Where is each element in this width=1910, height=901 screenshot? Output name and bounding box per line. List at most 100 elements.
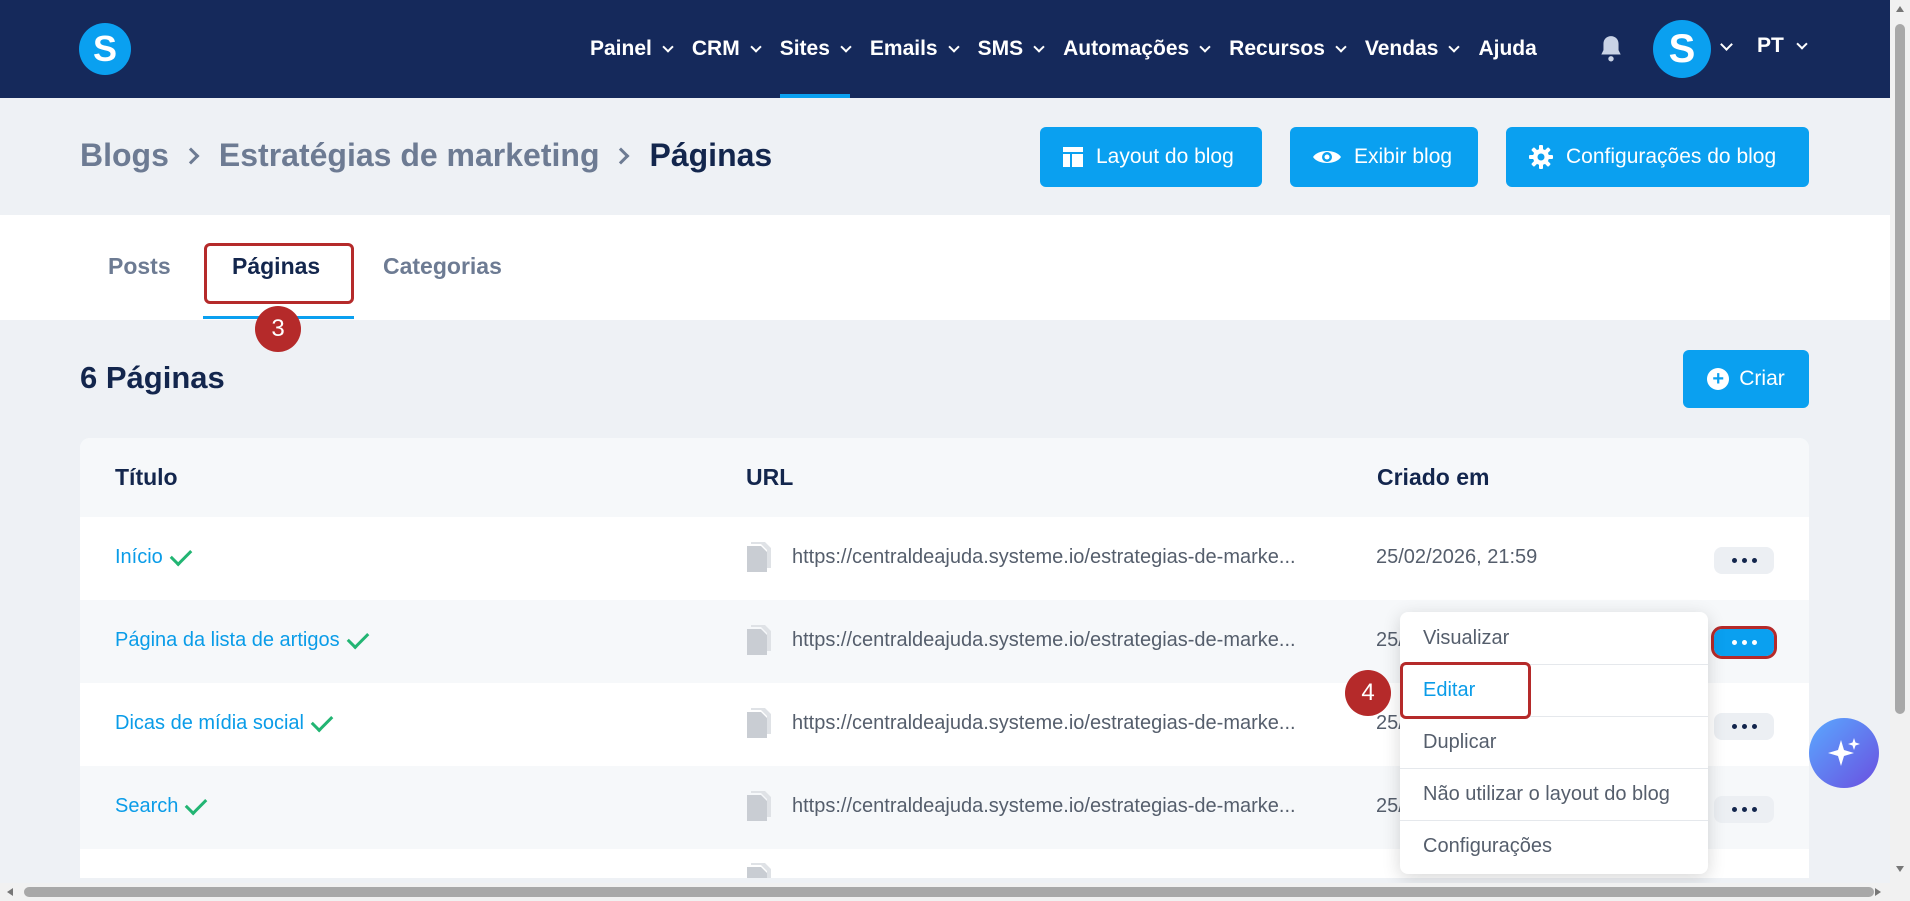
scroll-up-arrow-icon[interactable] [1896, 6, 1904, 12]
chevron-down-icon [947, 40, 960, 53]
nav-label: Sites [779, 37, 830, 60]
check-icon [310, 709, 334, 732]
tab-categories[interactable]: Categorias [383, 253, 502, 280]
column-header-created: Criado em [1377, 464, 1490, 490]
blog-layout-button[interactable]: Layout do blog [1040, 127, 1262, 187]
chevron-down-icon [1199, 40, 1211, 53]
chevron-right-icon [612, 147, 630, 164]
chevron-right-icon [182, 147, 200, 164]
chevron-down-icon [1335, 40, 1347, 53]
chevron-down-icon [840, 40, 852, 53]
step-marker-3: 3 [255, 306, 301, 352]
nav-item-automacoes[interactable]: Automações [1063, 0, 1211, 98]
nav-item-painel[interactable]: Painel [590, 0, 674, 98]
breadcrumb-blog-name[interactable]: Estratégias de marketing [219, 137, 600, 174]
chevron-down-icon [750, 40, 762, 53]
dot [1731, 807, 1737, 812]
dot [1741, 807, 1747, 812]
table-row: Início https://centraldeajuda.systeme.io… [80, 517, 1809, 600]
copy-url-icon[interactable] [747, 542, 771, 572]
page-count-title: 6 Páginas [80, 360, 225, 395]
language-selector[interactable]: PT [1757, 34, 1808, 58]
user-avatar[interactable]: S [1653, 20, 1711, 78]
nav-label: Painel [590, 37, 652, 60]
annotation-highlight-tab [204, 243, 354, 304]
gear-icon [1529, 145, 1553, 169]
dot [1741, 558, 1747, 563]
nav-item-vendas[interactable]: Vendas [1365, 0, 1461, 98]
row-actions-menu: Visualizar Editar Duplicar Não utilizar … [1400, 612, 1708, 874]
page-url[interactable]: https://centraldeajuda.systeme.io/estrat… [792, 712, 1296, 735]
create-page-button[interactable]: + Criar [1683, 350, 1809, 408]
nav-item-emails[interactable]: Emails [869, 0, 960, 98]
tab-posts[interactable]: Posts [108, 253, 171, 280]
copy-url-icon[interactable] [747, 625, 771, 655]
menu-item-view[interactable]: Visualizar [1400, 612, 1708, 664]
breadcrumb: Blogs Estratégias de marketing Páginas [80, 137, 772, 174]
page-title-text: Página da lista de artigos [115, 629, 340, 651]
blog-settings-button[interactable]: Configurações do blog [1506, 127, 1809, 187]
menu-item-duplicate[interactable]: Duplicar [1400, 716, 1708, 768]
eye-icon [1313, 151, 1341, 163]
page-title-link[interactable]: Página da lista de artigos [115, 626, 369, 652]
blog-settings-label: Configurações do blog [1566, 145, 1777, 168]
top-navbar: S Painel CRM Sites Emails SMS Automações… [0, 0, 1890, 98]
scroll-thumb[interactable] [24, 887, 1874, 897]
scroll-left-arrow-icon[interactable] [7, 888, 13, 896]
nav-item-sites[interactable]: Sites [779, 0, 852, 98]
check-icon [169, 543, 193, 566]
row-actions-button[interactable] [1714, 547, 1774, 574]
ai-assistant-button[interactable] [1809, 718, 1879, 788]
plus-circle-icon: + [1707, 368, 1730, 390]
table-header: Título URL Criado em [80, 438, 1809, 517]
nav-label: CRM [691, 37, 740, 60]
row-actions-button[interactable] [1714, 796, 1774, 823]
page-url[interactable]: https://centraldeajuda.systeme.io/estrat… [792, 795, 1296, 818]
nav-label: Emails [869, 37, 938, 60]
page-title-link[interactable]: Dicas de mídia social [115, 709, 334, 735]
scroll-down-arrow-icon[interactable] [1896, 866, 1904, 872]
nav-label: Ajuda [1478, 37, 1537, 60]
vertical-scrollbar[interactable] [1890, 0, 1910, 883]
nav-label: Recursos [1229, 37, 1325, 60]
page-title-link[interactable]: Search [115, 792, 208, 818]
page-url[interactable]: https://centraldeajuda.systeme.io/estrat… [792, 629, 1296, 652]
check-icon [346, 626, 369, 649]
breadcrumb-current: Páginas [649, 137, 773, 173]
menu-item-settings[interactable]: Configurações [1400, 820, 1708, 872]
bell-icon[interactable] [1598, 34, 1624, 62]
layout-icon [1063, 147, 1083, 167]
scroll-right-arrow-icon[interactable] [1875, 888, 1881, 896]
language-label: PT [1757, 34, 1784, 57]
step-marker-4: 4 [1345, 670, 1391, 716]
nav-item-crm[interactable]: CRM [691, 0, 762, 98]
page-title-link[interactable]: Início [115, 543, 193, 569]
horizontal-scrollbar[interactable] [0, 883, 1910, 901]
view-blog-button[interactable]: Exibir blog [1290, 127, 1478, 187]
chevron-down-icon[interactable] [1720, 38, 1733, 51]
page-url[interactable]: https://centraldeajuda.systeme.io/estrat… [792, 546, 1296, 569]
annotation-highlight-edit [1400, 662, 1531, 719]
row-actions-button[interactable] [1714, 713, 1774, 740]
blog-layout-label: Layout do blog [1096, 145, 1234, 168]
copy-url-icon[interactable] [747, 708, 771, 738]
nav-item-ajuda[interactable]: Ajuda [1478, 0, 1536, 98]
nav-item-recursos[interactable]: Recursos [1229, 0, 1347, 98]
dot [1741, 640, 1747, 645]
nav-item-sms[interactable]: SMS [978, 0, 1045, 98]
dot [1751, 807, 1757, 812]
breadcrumb-blogs[interactable]: Blogs [80, 137, 169, 174]
row-actions-button-open[interactable] [1711, 626, 1777, 659]
dot [1731, 724, 1737, 729]
dot [1751, 558, 1757, 563]
dot [1731, 558, 1737, 563]
copy-url-icon[interactable] [747, 791, 771, 821]
chevron-down-icon [1448, 40, 1461, 53]
chevron-down-icon [1033, 40, 1045, 53]
scroll-thumb[interactable] [1895, 24, 1905, 714]
menu-item-disable-layout[interactable]: Não utilizar o layout do blog [1400, 768, 1708, 820]
copy-url-icon[interactable] [747, 863, 771, 878]
dot [1741, 724, 1747, 729]
sparkle-icon [1828, 738, 1860, 766]
systeme-logo[interactable]: S [79, 23, 131, 75]
